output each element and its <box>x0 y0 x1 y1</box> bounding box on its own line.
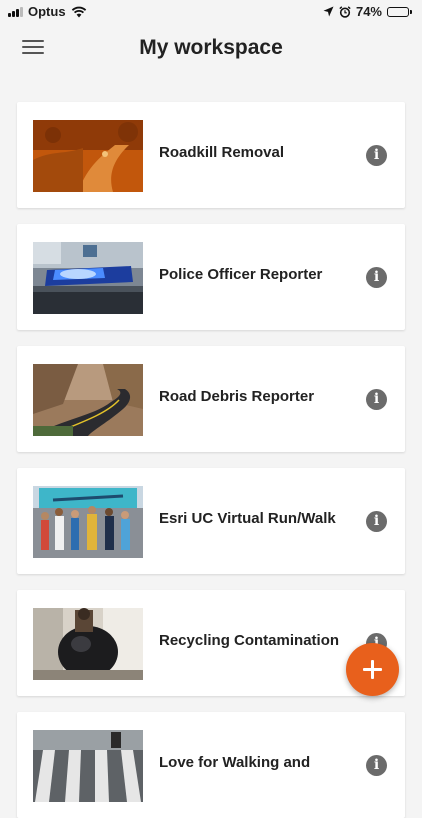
signal-icon <box>8 6 23 17</box>
header: My workspace <box>0 28 422 72</box>
battery-percentage: 74% <box>355 4 382 19</box>
survey-thumbnail <box>33 364 143 436</box>
alarm-icon <box>339 5 351 18</box>
wifi-icon <box>71 6 86 17</box>
survey-thumbnail <box>33 242 143 314</box>
status-left: Optus <box>8 4 87 19</box>
status-bar: Optus 74% <box>0 0 422 24</box>
trash-bag-photo <box>33 608 143 680</box>
survey-card-esri-uc-virtual-run-walk[interactable]: Esri UC Virtual Run/Walk i <box>17 468 405 574</box>
survey-thumbnail <box>33 486 143 558</box>
crosswalk-photo <box>33 730 143 802</box>
survey-card-love-for-walking[interactable]: Love for Walking and i <box>17 712 405 818</box>
survey-card-roadkill-removal[interactable]: Roadkill Removal i <box>17 102 405 208</box>
police-light-bar-photo <box>33 242 143 314</box>
survey-thumbnail <box>33 608 143 680</box>
battery-icon <box>387 6 412 17</box>
survey-title: Recycling Contamination <box>159 632 340 649</box>
survey-title: Road Debris Reporter <box>159 388 315 405</box>
info-icon[interactable]: i <box>366 755 387 776</box>
info-icon[interactable]: i <box>366 145 387 166</box>
survey-title: Love for Walking and <box>159 754 311 771</box>
survey-thumbnail <box>33 120 143 192</box>
survey-card-recycling-contamination[interactable]: Recycling Contamination i <box>17 590 405 696</box>
survey-card-road-debris-reporter[interactable]: Road Debris Reporter i <box>17 346 405 452</box>
orange-night-road-photo <box>33 120 143 192</box>
winding-road-photo <box>33 364 143 436</box>
runners-start-banner-photo <box>33 486 143 558</box>
survey-thumbnail <box>33 730 143 802</box>
info-icon[interactable]: i <box>366 267 387 288</box>
survey-title: Esri UC Virtual Run/Walk <box>159 510 336 527</box>
add-button[interactable] <box>346 643 399 696</box>
carrier-name: Optus <box>28 4 66 19</box>
survey-title: Roadkill Removal <box>159 144 285 161</box>
info-icon[interactable]: i <box>366 389 387 410</box>
status-right: 74% <box>323 4 412 19</box>
page-title: My workspace <box>139 36 283 59</box>
survey-card-police-officer-reporter[interactable]: Police Officer Reporter i <box>17 224 405 330</box>
survey-title: Police Officer Reporter <box>159 266 323 283</box>
location-arrow-icon <box>323 6 334 17</box>
info-icon[interactable]: i <box>366 511 387 532</box>
